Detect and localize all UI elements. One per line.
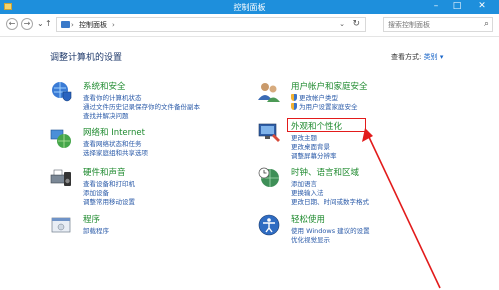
- annotation-arrow: [362, 128, 441, 289]
